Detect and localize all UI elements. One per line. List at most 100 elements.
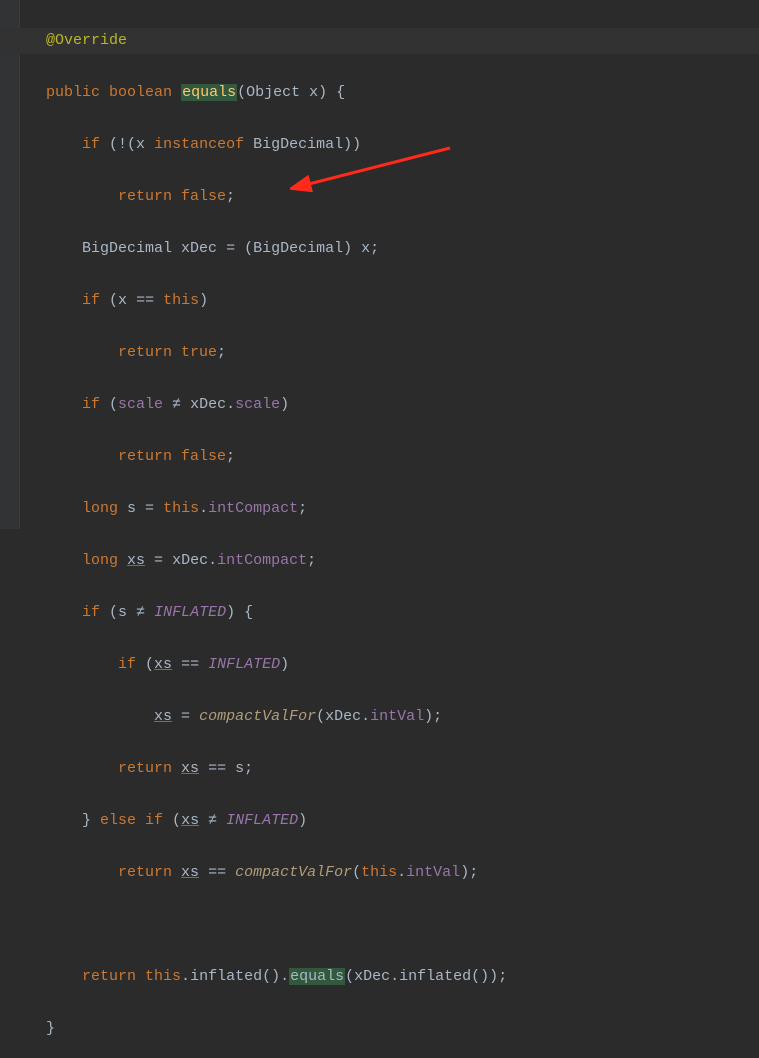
code-line[interactable]: return this.inflated().equals(xDec.infla… bbox=[46, 964, 759, 990]
field-scale: scale bbox=[235, 396, 280, 413]
keyword-if: if bbox=[82, 292, 109, 309]
paren: ( bbox=[316, 708, 325, 725]
code-line[interactable]: return false; bbox=[46, 184, 759, 210]
semicolon: ; bbox=[433, 708, 442, 725]
keyword-this: this bbox=[361, 864, 397, 881]
code-line[interactable]: long s = this.intCompact; bbox=[46, 496, 759, 522]
paren: (!( bbox=[109, 136, 136, 153]
semicolon: ; bbox=[498, 968, 507, 985]
keyword-if: if bbox=[82, 396, 109, 413]
keyword-return: return bbox=[118, 864, 181, 881]
param-name: x bbox=[309, 84, 318, 101]
paren-dot: (). bbox=[262, 968, 289, 985]
var: x bbox=[118, 292, 136, 309]
space bbox=[172, 656, 181, 673]
semicolon: ; bbox=[469, 864, 478, 881]
keyword-return: return bbox=[118, 188, 181, 205]
space bbox=[199, 812, 208, 829]
keyword-public: public bbox=[46, 84, 100, 101]
dot: . bbox=[199, 500, 208, 517]
assign: = bbox=[172, 708, 199, 725]
assign: = bbox=[145, 552, 172, 569]
keyword-return: return bbox=[118, 344, 181, 361]
keyword-return: return bbox=[82, 968, 145, 985]
dot: . bbox=[226, 396, 235, 413]
var-xs: xs bbox=[154, 708, 172, 725]
const-inflated: INFLATED bbox=[154, 604, 226, 621]
operator: == bbox=[208, 760, 226, 777]
var: xDec bbox=[172, 552, 208, 569]
space bbox=[226, 760, 235, 777]
brace: } bbox=[46, 1020, 55, 1037]
var-xs: xs bbox=[127, 552, 145, 569]
code-line[interactable]: return false; bbox=[46, 444, 759, 470]
const-inflated: INFLATED bbox=[226, 812, 298, 829]
paren: ()) bbox=[471, 968, 498, 985]
semicolon: ; bbox=[226, 448, 235, 465]
field-intVal: intVal bbox=[406, 864, 460, 881]
literal-false: false bbox=[181, 448, 226, 465]
code-line[interactable]: @Override bbox=[46, 28, 759, 54]
keyword-if: if bbox=[82, 136, 109, 153]
var-xs: xs bbox=[181, 760, 199, 777]
field-intCompact: intCompact bbox=[208, 500, 298, 517]
code-line[interactable]: } else if (xs ≠ INFLATED) bbox=[46, 808, 759, 834]
space bbox=[226, 864, 235, 881]
operator-neq: ≠ bbox=[208, 812, 217, 829]
paren: ) bbox=[460, 864, 469, 881]
type: BigDecimal bbox=[82, 240, 181, 257]
code-line[interactable]: if (s ≠ INFLATED) { bbox=[46, 600, 759, 626]
semicolon: ; bbox=[226, 188, 235, 205]
brace: } bbox=[82, 812, 100, 829]
type: BigDecimal bbox=[253, 136, 343, 153]
var: x bbox=[136, 136, 154, 153]
code-line[interactable]: xs = compactValFor(xDec.intVal); bbox=[46, 704, 759, 730]
code-line[interactable] bbox=[46, 912, 759, 938]
code-editor[interactable]: @Override public boolean equals(Object x… bbox=[0, 0, 759, 1058]
literal-false: false bbox=[181, 188, 226, 205]
field-intVal: intVal bbox=[370, 708, 424, 725]
semicolon: ; bbox=[217, 344, 226, 361]
code-line[interactable]: if (scale ≠ xDec.scale) bbox=[46, 392, 759, 418]
code-line[interactable]: return xs == s; bbox=[46, 756, 759, 782]
semicolon: ; bbox=[370, 240, 379, 257]
paren: ( bbox=[109, 292, 118, 309]
operator-neq: ≠ bbox=[136, 604, 145, 621]
paren: ) bbox=[343, 240, 361, 257]
keyword-if: if bbox=[82, 604, 109, 621]
dot: . bbox=[208, 552, 217, 569]
paren: ( bbox=[237, 84, 246, 101]
space bbox=[145, 604, 154, 621]
code-line[interactable]: BigDecimal xDec = (BigDecimal) x; bbox=[46, 236, 759, 262]
field-intCompact: intCompact bbox=[217, 552, 307, 569]
method-compactValFor: compactValFor bbox=[235, 864, 352, 881]
paren: ( bbox=[352, 864, 361, 881]
code-line[interactable]: if (!(x instanceof BigDecimal)) bbox=[46, 132, 759, 158]
var-xs: xs bbox=[154, 656, 172, 673]
paren-brace: ) { bbox=[226, 604, 253, 621]
code-line[interactable]: return true; bbox=[46, 340, 759, 366]
paren: ( bbox=[109, 396, 118, 413]
var: xDec bbox=[190, 396, 226, 413]
keyword-this: this bbox=[163, 500, 199, 517]
keyword-return: return bbox=[118, 448, 181, 465]
const-inflated: INFLATED bbox=[208, 656, 280, 673]
code-line[interactable]: } bbox=[46, 1016, 759, 1042]
var-xs: xs bbox=[181, 812, 199, 829]
var: x bbox=[361, 240, 370, 257]
paren: ) bbox=[280, 396, 289, 413]
code-line[interactable]: if (xs == INFLATED) bbox=[46, 652, 759, 678]
space bbox=[199, 760, 208, 777]
code-line[interactable]: return xs == compactValFor(this.intVal); bbox=[46, 860, 759, 886]
var: xDec bbox=[325, 708, 361, 725]
brace: { bbox=[327, 84, 345, 101]
method-inflated: inflated bbox=[399, 968, 471, 985]
code-line[interactable]: long xs = xDec.intCompact; bbox=[46, 548, 759, 574]
semicolon: ; bbox=[298, 500, 307, 517]
code-line[interactable]: if (x == this) bbox=[46, 288, 759, 314]
paren: ( bbox=[345, 968, 354, 985]
method-name-equals: equals bbox=[181, 84, 237, 101]
code-line[interactable]: public boolean equals(Object x) { bbox=[46, 80, 759, 106]
semicolon: ; bbox=[244, 760, 253, 777]
operator: == bbox=[136, 292, 163, 309]
